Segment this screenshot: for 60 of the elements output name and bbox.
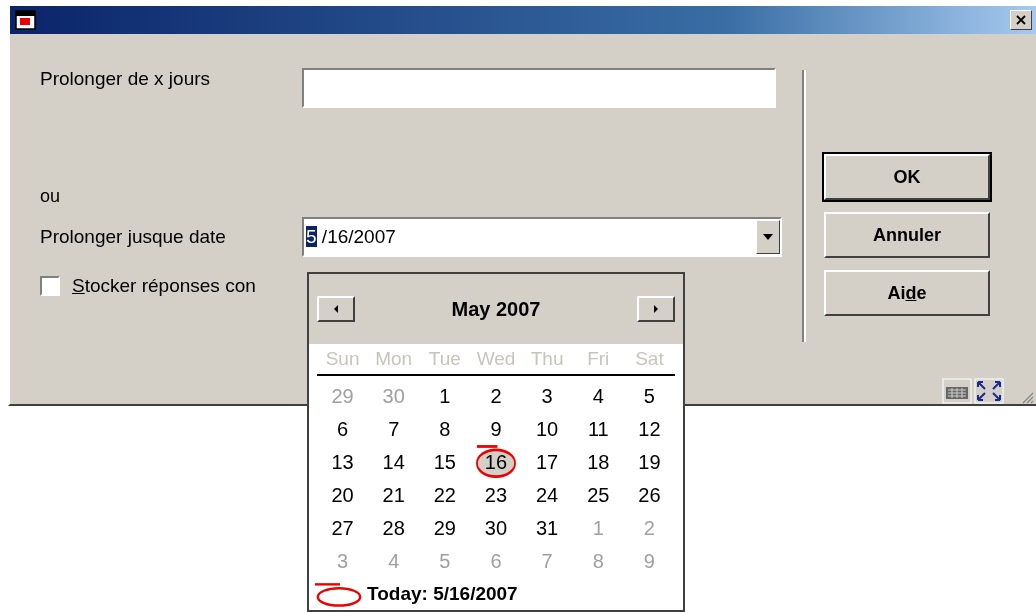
caret-icon [763,234,773,240]
calendar-day[interactable]: 22 [419,479,471,512]
calendar-day[interactable]: 14 [368,446,420,479]
calendar-day[interactable]: 25 [572,479,624,512]
dialog-button[interactable]: Aide [824,270,990,316]
calendar-day[interactable]: 12 [623,413,675,446]
calendar-day[interactable]: 7 [368,413,420,446]
fullscreen-icon[interactable] [974,378,1004,404]
calendar-day[interactable]: 23 [470,479,522,512]
month-title: May 2007 [450,297,542,321]
previous-month-button[interactable] [317,296,355,322]
calendar-day[interactable]: 4 [572,380,624,413]
calendar-day[interactable]: 6 [317,413,369,446]
calendar-day[interactable]: 13 [317,446,369,479]
weekday-label: Wed [475,347,517,371]
next-month-button[interactable] [637,296,675,322]
calendar-day[interactable]: 21 [368,479,420,512]
calendar-day[interactable]: 29 [419,512,471,545]
keyboard-icon[interactable] [942,378,972,404]
calendar-day[interactable]: 24 [521,479,573,512]
weekday-label: Sat [634,347,665,371]
calendar-day[interactable]: 2 [470,380,522,413]
today-link[interactable]: Today: 5/16/2007 [367,583,518,605]
left-arrow-icon [334,305,338,313]
calendar-day[interactable]: 10 [521,413,573,446]
dialog-button[interactable]: OK [824,154,990,200]
weekday-label: Fri [586,347,611,371]
calendar-day[interactable]: 8 [419,413,471,446]
calendar-day[interactable]: 17 [521,446,573,479]
weekday-label: Tue [427,347,462,371]
weekday-label: Mon [374,347,414,371]
close-button[interactable] [1010,10,1032,30]
dialog-button[interactable]: Annuler [824,212,990,258]
checkbox[interactable] [40,276,60,296]
days-input-field[interactable] [302,68,776,108]
date-combo-box[interactable]: 5 /16/2007 [302,217,782,257]
calendar-day[interactable]: 28 [368,512,420,545]
field-label: Prolonger de x jours [40,68,212,90]
or-label: ou [40,186,61,207]
calendar-day[interactable]: 3 [521,380,573,413]
calendar-day[interactable]: 11 [572,413,624,446]
calendar-day[interactable]: 27 [317,512,369,545]
calendar-day[interactable]: 18 [572,446,624,479]
calendar-day[interactable]: 19 [623,446,675,479]
field-label: Prolonger jusque date [40,226,227,248]
right-arrow-icon [654,305,658,313]
close-icon [1016,15,1026,25]
checkbox-label[interactable]: Stocker réponses con [72,275,256,297]
calendar-day[interactable]: 30 [470,512,522,545]
calendar-day[interactable]: 26 [623,479,675,512]
calendar-day[interactable]: 5 [623,380,675,413]
weekday-label: Thu [529,347,565,371]
calendar-day[interactable]: 31 [521,512,573,545]
calendar-day[interactable]: 1 [419,380,471,413]
weekday-label: Sun [324,347,361,371]
calendar-day[interactable]: 20 [317,479,369,512]
resize-grip-icon[interactable] [1020,390,1034,404]
dropdown-button[interactable] [756,220,780,254]
calendar-day[interactable]: 9 [470,413,522,446]
calendar-day[interactable]: 15 [419,446,471,479]
